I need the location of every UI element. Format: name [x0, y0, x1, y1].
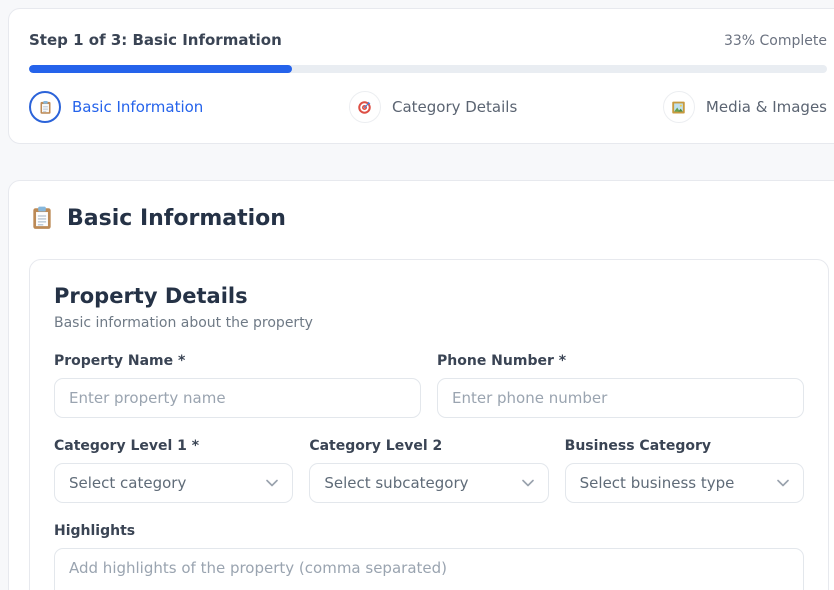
- step-category-details-circle: [349, 91, 381, 123]
- name-phone-row: Property Name * Phone Number *: [54, 353, 804, 418]
- category-level-2-label: Category Level 2: [309, 438, 548, 454]
- property-name-input[interactable]: [54, 378, 421, 418]
- wizard-steps: Basic Information Category Details: [29, 91, 827, 123]
- phone-number-input[interactable]: [437, 378, 804, 418]
- step-media-images-label: Media & Images: [706, 98, 827, 116]
- business-category-select[interactable]: Select business type: [565, 463, 804, 503]
- highlights-textarea[interactable]: [54, 548, 804, 590]
- clipboard-icon: [29, 205, 55, 231]
- business-category-group: Business Category Select business type: [565, 438, 804, 503]
- basic-information-section: Basic Information Property Details Basic…: [8, 180, 834, 590]
- wizard-step-title: Step 1 of 3: Basic Information: [29, 31, 282, 49]
- category-row: Category Level 1 * Select category Categ…: [54, 438, 804, 503]
- chevron-down-icon: [777, 479, 789, 487]
- step-media-images[interactable]: Media & Images: [663, 91, 827, 123]
- category-level-1-group: Category Level 1 * Select category: [54, 438, 293, 503]
- chevron-down-icon: [522, 479, 534, 487]
- step-media-images-circle: [663, 91, 695, 123]
- clipboard-icon: [38, 100, 53, 115]
- property-name-group: Property Name *: [54, 353, 421, 418]
- step-basic-information-circle: [29, 91, 61, 123]
- category-level-1-value: Select category: [69, 474, 186, 492]
- progress-fill: [29, 65, 292, 73]
- progress-percent-label: 33% Complete: [724, 33, 827, 49]
- card-subtitle: Basic information about the property: [54, 315, 804, 331]
- business-category-value: Select business type: [580, 474, 735, 492]
- section-title: Basic Information: [67, 206, 286, 231]
- card-title: Property Details: [54, 284, 804, 308]
- wizard-progress-card: Step 1 of 3: Basic Information 33% Compl…: [8, 8, 834, 144]
- progress-header: Step 1 of 3: Basic Information 33% Compl…: [29, 31, 827, 49]
- step-basic-information[interactable]: Basic Information: [29, 91, 203, 123]
- step-category-details[interactable]: Category Details: [349, 91, 517, 123]
- category-level-2-select[interactable]: Select subcategory: [309, 463, 548, 503]
- step-basic-information-label: Basic Information: [72, 98, 203, 116]
- target-icon: [357, 100, 372, 115]
- business-category-label: Business Category: [565, 438, 804, 454]
- phone-number-group: Phone Number *: [437, 353, 804, 418]
- highlights-group: Highlights: [54, 523, 804, 590]
- category-level-1-select[interactable]: Select category: [54, 463, 293, 503]
- phone-number-label: Phone Number *: [437, 353, 804, 369]
- framed-picture-icon: [671, 100, 686, 115]
- highlights-label: Highlights: [54, 523, 804, 539]
- step-category-details-label: Category Details: [392, 98, 517, 116]
- progress-bar-track: [29, 65, 827, 73]
- property-name-label: Property Name *: [54, 353, 421, 369]
- category-level-2-value: Select subcategory: [324, 474, 468, 492]
- chevron-down-icon: [266, 479, 278, 487]
- category-level-2-group: Category Level 2 Select subcategory: [309, 438, 548, 503]
- property-details-card: Property Details Basic information about…: [29, 259, 829, 590]
- category-level-1-label: Category Level 1 *: [54, 438, 293, 454]
- section-header: Basic Information: [29, 205, 827, 231]
